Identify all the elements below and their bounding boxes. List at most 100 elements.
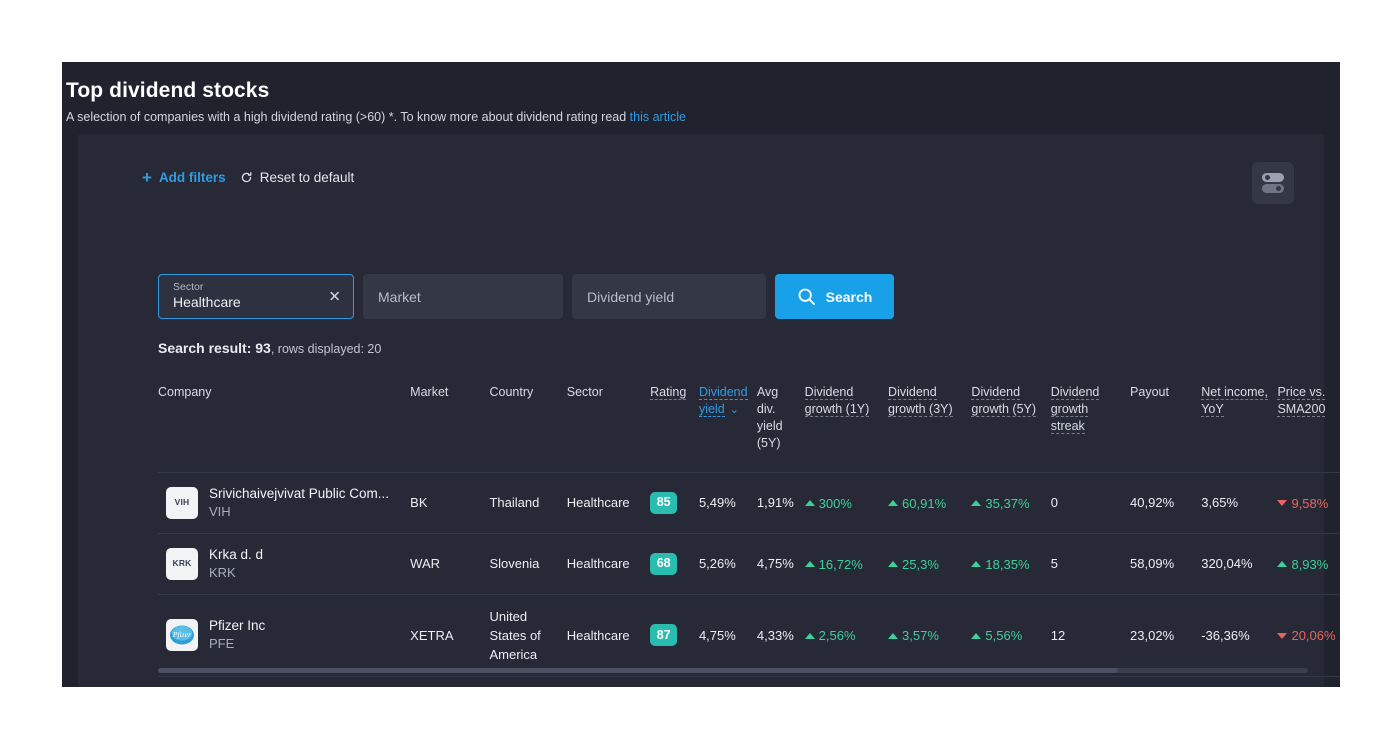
dividend-screener-panel: Top dividend stocks A selection of compa…: [62, 62, 1340, 687]
cell-dividend-yield: 4,73%: [699, 676, 757, 687]
table-header-div_growth_1y[interactable]: Dividend growth (1Y): [805, 374, 888, 472]
cell-div-growth-5y: 18,35%: [971, 533, 1050, 594]
clear-sector-icon[interactable]: ✕: [328, 289, 341, 304]
reset-to-default-button[interactable]: Reset to default: [240, 170, 355, 185]
cell-div-growth-streak: 5: [1051, 533, 1130, 594]
stock-table-container[interactable]: CompanyMarketCountrySectorRatingDividend…: [158, 374, 1340, 687]
cell-market: NSE: [410, 676, 489, 687]
cell-company[interactable]: PfizerPfizer IncPFE: [158, 594, 410, 676]
rating-badge: 87: [650, 624, 677, 646]
cell-company[interactable]: VIHSrivichaivejvivat Public Com...VIH: [158, 472, 410, 533]
cell-payout: 133,06%: [1130, 676, 1201, 687]
table-header-dividend_yield[interactable]: Dividend yield⌄: [699, 374, 757, 472]
sector-filter[interactable]: Sector Healthcare ✕: [158, 274, 354, 319]
cell-div-growth-streak: 12: [1051, 594, 1130, 676]
search-result-summary: Search result: 93, rows displayed: 20: [158, 340, 381, 356]
table-header-label-price_vs_sma200: Price vs. SMA200: [1277, 385, 1325, 417]
cell-avg-div-yield-5y: 1,91%: [757, 472, 805, 533]
company-name: Srivichaivejvivat Public Com...: [209, 485, 389, 503]
table-header-div_growth_5y[interactable]: Dividend growth (5Y): [971, 374, 1050, 472]
company-logo-text: KRK: [172, 554, 191, 573]
cell-div-growth-5y-value: 35,37%: [971, 494, 1029, 513]
cell-price-vs-sma200-value: 8,93%: [1277, 555, 1328, 574]
filter-bar: Sector Healthcare ✕ Market Dividend yiel…: [158, 274, 894, 319]
sort-chevron-down-icon[interactable]: ⌄: [730, 402, 739, 419]
table-header-label-sector: Sector: [567, 385, 603, 399]
table-row[interactable]: KRKKrka d. dKRKWARSloveniaHealthcare685,…: [158, 533, 1340, 594]
cell-price-vs-sma200: 20,06%: [1277, 594, 1340, 676]
triangle-up-icon: [888, 561, 898, 567]
table-header-country: Country: [489, 374, 566, 472]
table-row[interactable]: VIHSrivichaivejvivat Public Com...VIHBKT…: [158, 472, 1340, 533]
cell-div-growth-1y-value: 2,56%: [805, 626, 856, 645]
reset-to-default-label: Reset to default: [260, 170, 355, 185]
company-cell: VIHSrivichaivejvivat Public Com...VIH: [166, 485, 404, 521]
cell-price-vs-sma200-value: 20,06%: [1277, 626, 1335, 645]
horizontal-scrollbar-track[interactable]: [158, 668, 1308, 673]
screenshot-root: Top dividend stocks A selection of compa…: [0, 0, 1399, 756]
cell-div-growth-1y-value: 300%: [805, 494, 852, 513]
cell-price-vs-sma200-text: 9,58%: [1291, 494, 1328, 513]
cell-net-income-yoy: 320,04%: [1201, 533, 1277, 594]
table-header-div_growth_3y[interactable]: Dividend growth (3Y): [888, 374, 971, 472]
dividend-yield-filter[interactable]: Dividend yield: [572, 274, 766, 319]
triangle-up-icon: [1277, 561, 1287, 567]
cell-sector: Healthcare: [567, 676, 650, 687]
cell-payout: 23,02%: [1130, 594, 1201, 676]
table-header-net_income_yoy[interactable]: Net income, YoY: [1201, 374, 1277, 472]
cell-price-vs-sma200-text: 20,06%: [1291, 626, 1335, 645]
table-header-company: Company: [158, 374, 410, 472]
search-result-suffix: , rows displayed: 20: [271, 342, 381, 356]
dividend-yield-filter-placeholder: Dividend yield: [587, 289, 674, 305]
triangle-up-icon: [805, 633, 815, 639]
add-filters-button[interactable]: + Add filters: [142, 170, 226, 185]
cell-div-growth-3y-value: 25,3%: [888, 555, 939, 574]
cell-company[interactable]: gskGlaxoSmithKline Pharmaceut...GLAXO: [158, 676, 410, 687]
market-filter[interactable]: Market: [363, 274, 563, 319]
triangle-down-icon: [1277, 633, 1287, 639]
cell-market: WAR: [410, 533, 489, 594]
cell-price-vs-sma200: 4,77%: [1277, 676, 1340, 687]
cell-dividend-yield: 4,75%: [699, 594, 757, 676]
horizontal-scrollbar-thumb[interactable]: [158, 668, 1118, 673]
cell-country: India: [489, 676, 566, 687]
stock-table: CompanyMarketCountrySectorRatingDividend…: [158, 374, 1340, 687]
cell-div-growth-3y-value: 3,57%: [888, 626, 939, 645]
search-result-prefix: Search result:: [158, 340, 255, 356]
add-filters-label: Add filters: [159, 170, 226, 185]
this-article-link[interactable]: this article: [630, 110, 686, 124]
table-header-label-company: Company: [158, 385, 212, 399]
table-header-sector: Sector: [567, 374, 650, 472]
table-header-rating[interactable]: Rating: [650, 374, 699, 472]
company-logo-text: VIH: [175, 493, 190, 512]
table-header-label-rating: Rating: [650, 385, 686, 400]
cell-net-income-yoy: 3,65%: [1201, 472, 1277, 533]
cell-div-growth-1y-text: 300%: [819, 494, 852, 513]
column-settings-button[interactable]: [1252, 162, 1294, 204]
triangle-up-icon: [805, 500, 815, 506]
cell-company[interactable]: KRK Krka d. dKRK: [158, 533, 410, 594]
table-header-price_vs_sma200[interactable]: Price vs. SMA200: [1277, 374, 1340, 472]
table-header-div_growth_streak[interactable]: Dividend growth streak: [1051, 374, 1130, 472]
cell-sector: Healthcare: [567, 533, 650, 594]
filter-actions-row: + Add filters Reset to default: [142, 170, 354, 185]
cell-div-growth-1y: 100%: [805, 676, 888, 687]
triangle-down-icon: [1277, 500, 1287, 506]
search-icon: [797, 287, 816, 306]
table-header-label-net_income_yoy: Net income, YoY: [1201, 385, 1268, 417]
cell-payout: 58,09%: [1130, 533, 1201, 594]
table-row[interactable]: PfizerPfizer IncPFEXETRAUnited States of…: [158, 594, 1340, 676]
search-button[interactable]: Search: [775, 274, 894, 319]
table-header-label-div_growth_3y: Dividend growth (3Y): [888, 385, 953, 417]
company-logo: VIH: [166, 487, 198, 519]
cell-dividend-yield: 5,26%: [699, 533, 757, 594]
cell-payout: 40,92%: [1130, 472, 1201, 533]
cell-div-growth-3y-text: 3,57%: [902, 626, 939, 645]
triangle-up-icon: [805, 561, 815, 567]
table-body: VIHSrivichaivejvivat Public Com...VIHBKT…: [158, 472, 1340, 687]
search-button-label: Search: [826, 289, 873, 305]
cell-div-growth-3y-text: 60,91%: [902, 494, 946, 513]
table-row[interactable]: gskGlaxoSmithKline Pharmaceut...GLAXONSE…: [158, 676, 1340, 687]
company-names: Krka d. dKRK: [209, 546, 263, 582]
cell-market: BK: [410, 472, 489, 533]
